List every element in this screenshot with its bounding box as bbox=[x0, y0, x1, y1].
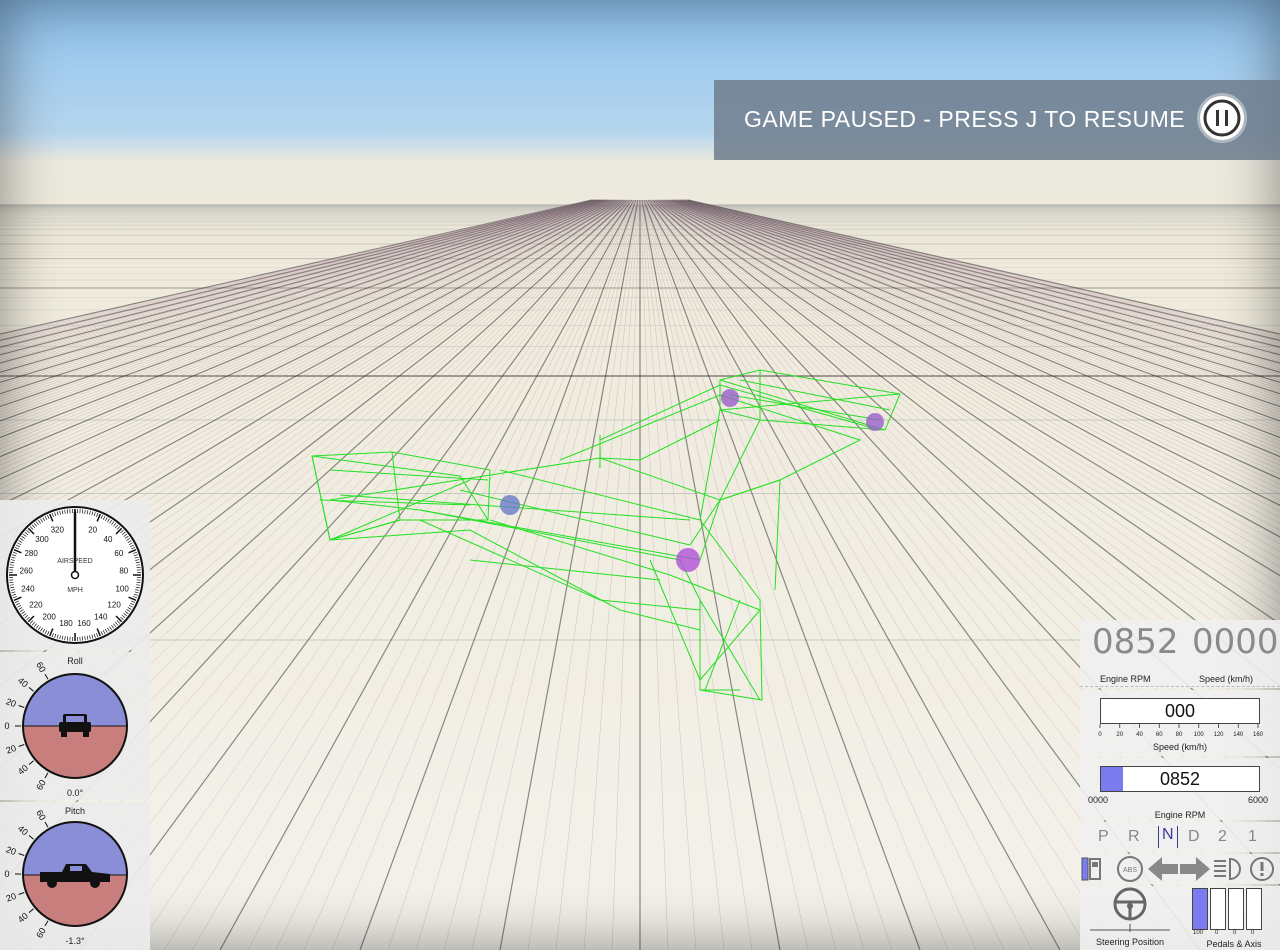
turn-left-icon bbox=[1148, 857, 1178, 881]
speed-tick-label: 60 bbox=[1156, 732, 1163, 738]
scale-label: 40 bbox=[16, 675, 30, 689]
warning-icon bbox=[1250, 857, 1274, 881]
speed-bar-value: 000 bbox=[1164, 701, 1196, 721]
airspeed-tick-label: 300 bbox=[35, 535, 49, 544]
indicator-row: ABS bbox=[1080, 854, 1280, 884]
scale-label: 40 bbox=[16, 823, 30, 837]
rpm-bar: 0852 bbox=[1100, 766, 1260, 792]
pitch-gauge-panel: Pitch 60 40 20 0 20 40 60 -1.3° bbox=[0, 802, 150, 950]
rpm-bar-value: 0852 bbox=[1159, 769, 1201, 789]
gear-1: 1 bbox=[1248, 828, 1257, 845]
scale-label: 60 bbox=[34, 660, 48, 674]
rpm-digits: 0852 bbox=[1092, 622, 1179, 662]
pedal-bar-3 bbox=[1228, 888, 1244, 930]
steering-label: Steering Position bbox=[1095, 937, 1165, 947]
pedals-label: Pedals & Axis bbox=[1206, 939, 1262, 949]
airspeed-tick-label: 260 bbox=[20, 566, 34, 575]
speed-digits-label: Speed (km/h) bbox=[1199, 674, 1254, 684]
rpm-bar-panel: 0852 0000 6000 Engine RPM bbox=[1080, 758, 1280, 820]
pause-button[interactable] bbox=[1200, 96, 1244, 140]
airspeed-tick-label: 280 bbox=[24, 549, 38, 558]
pedal-bar-2 bbox=[1210, 888, 1226, 930]
abs-icon: ABS bbox=[1117, 856, 1143, 882]
pedal-value-3: 0 bbox=[1233, 930, 1237, 936]
gear-selector: P R N D 2 1 bbox=[1080, 822, 1280, 852]
roll-gauge: 6040200204060 bbox=[4, 660, 128, 792]
pedal-value-2: 0 bbox=[1215, 930, 1219, 936]
airspeed-tick-label: 160 bbox=[77, 619, 91, 628]
speed-tick-label: 0 bbox=[1098, 732, 1102, 738]
steering-wheel-icon bbox=[1090, 887, 1170, 932]
speed-tick-label: 160 bbox=[1253, 732, 1264, 738]
headlight-icon bbox=[1214, 857, 1241, 881]
pedal-value-1: 100 bbox=[1193, 930, 1204, 936]
speed-tick-label: 80 bbox=[1176, 732, 1183, 738]
pedal-bar-1 bbox=[1192, 888, 1208, 930]
roll-value: 0.0° bbox=[66, 788, 84, 798]
pause-icon bbox=[1203, 99, 1241, 137]
divider bbox=[1080, 686, 1280, 687]
airspeed-unit: MPH bbox=[67, 587, 83, 594]
airspeed-gauge-panel: 20 40 60 80 100 120 140 160 180 200 220 240 260 280 30… bbox=[0, 500, 150, 650]
airspeed-tick-label: 60 bbox=[114, 549, 123, 558]
speed-tick-label: 120 bbox=[1213, 732, 1224, 738]
gear-n-active: N bbox=[1158, 826, 1178, 848]
airspeed-tick-label: 20 bbox=[88, 525, 97, 534]
rpm-max-label: 6000 bbox=[1248, 795, 1269, 805]
airspeed-tick-label: 240 bbox=[21, 584, 35, 593]
scale-label: 20 bbox=[5, 696, 18, 709]
airspeed-tick-label: 320 bbox=[51, 525, 65, 534]
speed-scale: 0 20 40 60 80 100 120 140 160 bbox=[1098, 724, 1264, 738]
steering-pedals-panel: Steering Position 100 0 0 0 Pedals & Axi… bbox=[1080, 886, 1280, 950]
rpm-bar-label: Engine RPM bbox=[1154, 810, 1206, 820]
airspeed-tick-label: 100 bbox=[115, 584, 129, 593]
speed-bar-panel: 000 0 20 40 60 80 100 120 140 160 Speed (km/h) bbox=[1080, 690, 1280, 756]
scale-label: 40 bbox=[16, 763, 30, 777]
airspeed-tick-label: 40 bbox=[104, 535, 113, 544]
airspeed-tick-label: 220 bbox=[29, 601, 43, 610]
speed-tick-label: 40 bbox=[1136, 732, 1143, 738]
pause-message: GAME PAUSED - PRESS J TO RESUME bbox=[744, 106, 1186, 132]
speed-tick-label: 140 bbox=[1233, 732, 1244, 738]
turn-right-icon bbox=[1180, 857, 1210, 881]
scale-label: 0 bbox=[4, 869, 9, 879]
pitch-value: -1.3° bbox=[65, 936, 85, 946]
speed-bar-label: Speed (km/h) bbox=[1152, 742, 1208, 752]
airspeed-tick-label: 120 bbox=[107, 601, 121, 610]
roll-gauge-panel: Roll 60 40 20 0 20 40 60 0.0° bbox=[0, 652, 150, 800]
speed-bar: 000 bbox=[1100, 698, 1260, 724]
gear-d: D bbox=[1188, 828, 1200, 845]
airspeed-tick-label: 80 bbox=[119, 566, 128, 575]
abs-text: ABS bbox=[1123, 867, 1137, 874]
gear-2: 2 bbox=[1218, 828, 1227, 845]
pause-banner: GAME PAUSED - PRESS J TO RESUME bbox=[714, 80, 1280, 160]
scale-label: 20 bbox=[5, 891, 18, 904]
fuel-icon bbox=[1081, 857, 1101, 881]
rpm-min-label: 0000 bbox=[1088, 795, 1109, 805]
speed-tick-label: 20 bbox=[1116, 732, 1123, 738]
speed-tick-label: 100 bbox=[1194, 732, 1205, 738]
scale-label: 20 bbox=[5, 743, 18, 756]
gear-r: R bbox=[1128, 828, 1140, 845]
scale-label: 0 bbox=[4, 721, 9, 731]
pedal-bar-4 bbox=[1246, 888, 1262, 930]
rpm-digits-label: Engine RPM bbox=[1100, 674, 1151, 684]
speed-digits: 0000 bbox=[1192, 622, 1279, 662]
airspeed-tick-label: 140 bbox=[94, 613, 108, 622]
airspeed-tick-label: 180 bbox=[59, 619, 73, 628]
digital-readout-panel: 0852 0000 Engine RPM Speed (km/h) bbox=[1080, 620, 1280, 688]
pedal-value-4: 0 bbox=[1251, 930, 1255, 936]
airspeed-gauge: 20 4060 80 100 120 140160 180200220 240 260 280 30… bbox=[6, 506, 144, 644]
airspeed-tick-label: 200 bbox=[43, 613, 57, 622]
gear-p: P bbox=[1098, 828, 1109, 845]
scale-label: 60 bbox=[34, 808, 48, 822]
pitch-gauge: 6040200204060 bbox=[4, 808, 128, 940]
scale-label: 20 bbox=[5, 844, 18, 857]
scale-label: 40 bbox=[16, 911, 30, 925]
